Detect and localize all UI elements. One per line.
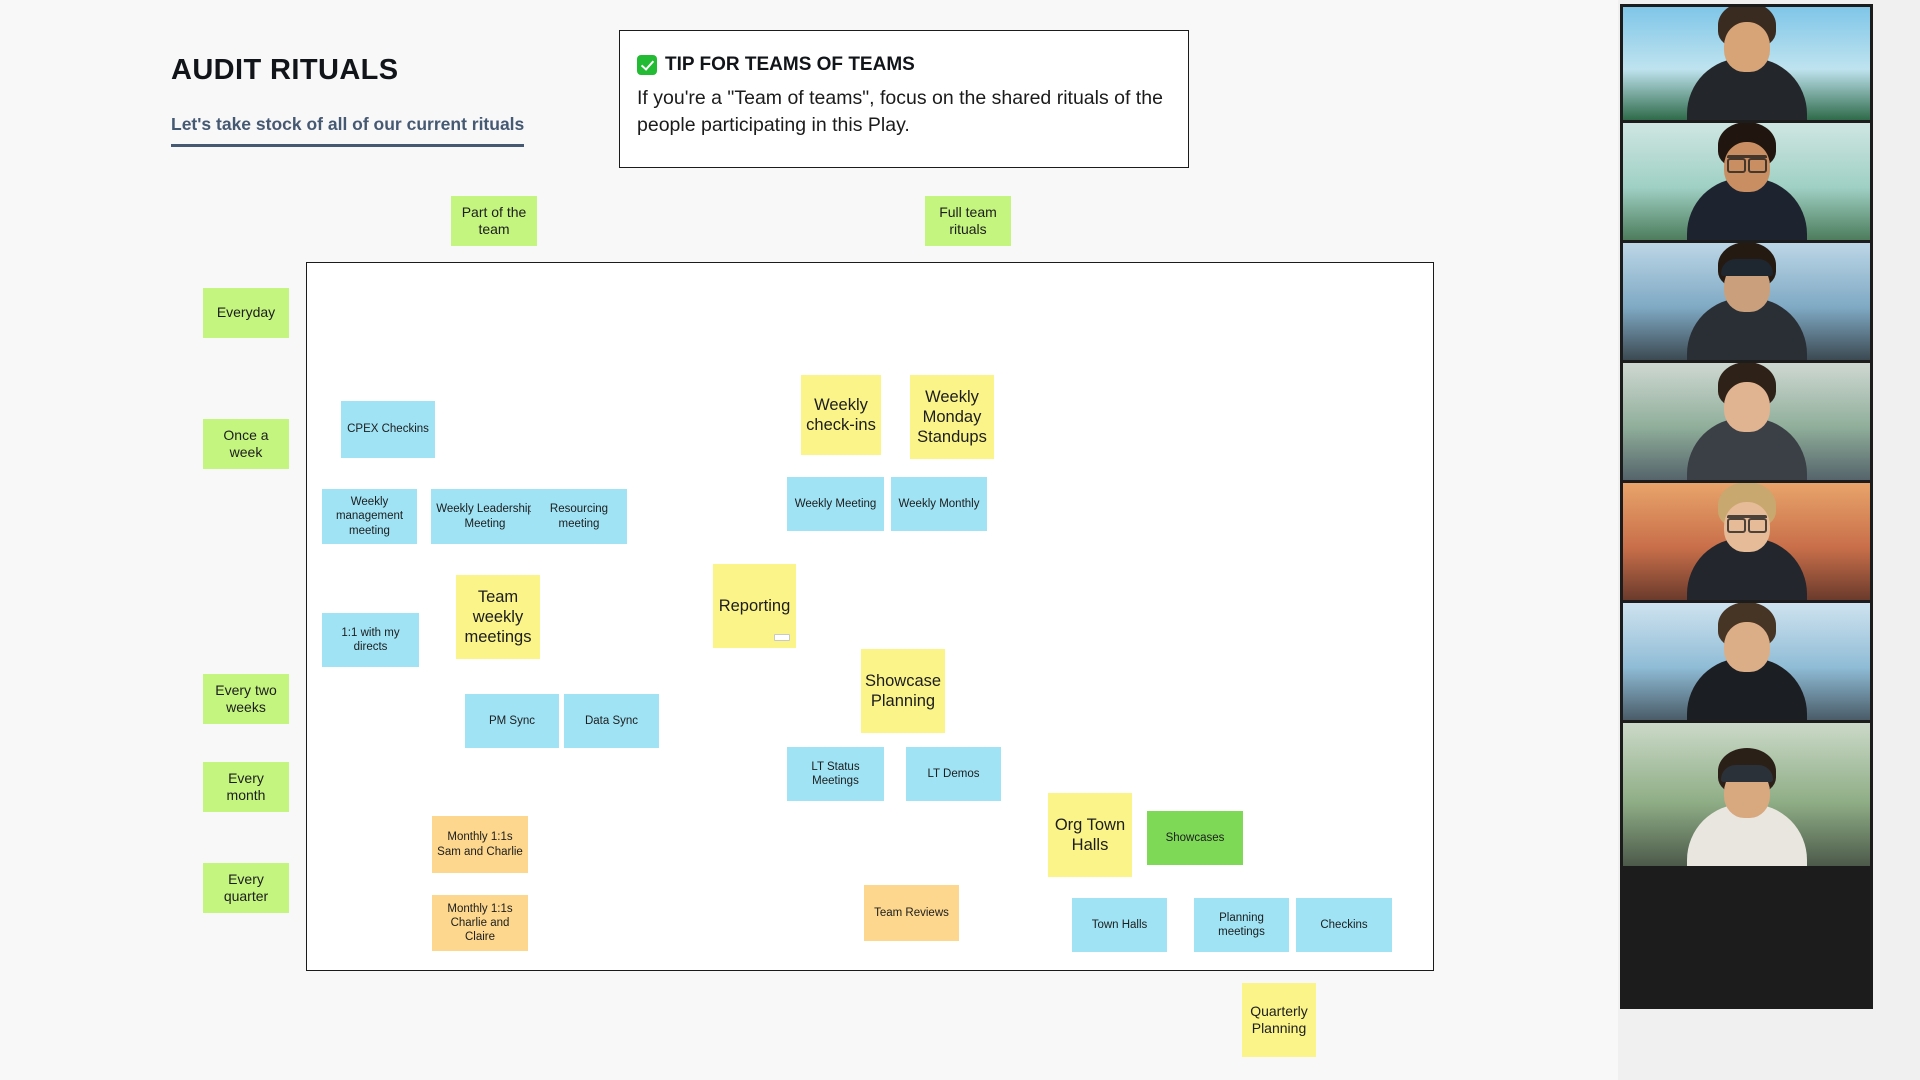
sticky-note-text: Resourcing meeting [549,503,609,530]
sticky-note-text: Weekly Monday Standups [917,387,987,447]
sticky-note[interactable]: Resourcing meeting [531,489,627,544]
sticky-note[interactable]: Team Reviews [864,885,959,941]
sticky-note-text: 1:1 with my directs [341,626,400,653]
sticky-note[interactable]: Weekly Meeting [787,477,884,531]
sticky-note[interactable]: Showcases [1147,811,1243,865]
page-subtitle: Let's take stock of all of our current r… [171,114,525,147]
sticky-note-text: Checkins [1320,918,1368,931]
sticky-note[interactable]: Data Sync [564,694,659,748]
video-participant-tile[interactable] [1623,7,1870,120]
video-tiles-container [1620,4,1873,1009]
participant-silhouette [1686,483,1807,600]
sticky-note[interactable]: Checkins [1296,898,1392,952]
sticky-note-text: Org Town Halls [1054,815,1126,854]
sticky-note[interactable]: Org Town Halls [1048,793,1132,877]
column-header-label: Part of the team [461,203,527,237]
row-label-every-month[interactable]: Every month [203,762,289,812]
sticky-note-text: Weekly Meeting [794,497,877,510]
sticky-note-resize-handle[interactable] [774,634,790,641]
sticky-note[interactable]: PM Sync [465,694,559,748]
meeting-whiteboard-screen: AUDIT RITUALS Let's take stock of all of… [0,0,1920,1080]
sticky-note-text: Team Reviews [874,906,949,919]
sticky-note-text: Weekly Monthly [898,497,980,510]
sticky-note-text: Monthly 1:1s Charlie and Claire [447,902,513,943]
participant-silhouette [1686,363,1807,480]
sticky-note[interactable]: Weekly check-ins [801,375,881,455]
sticky-note-text: Data Sync [584,714,639,727]
sticky-note-text: Monthly 1:1s Sam and Charlie [437,831,523,858]
participant-silhouette [1686,7,1807,120]
participant-silhouette [1686,123,1807,240]
sticky-note[interactable]: Planning meetings [1194,898,1289,952]
sticky-note-text: Planning meetings [1218,911,1265,938]
tip-body-text: If you're a "Team of teams", focus on th… [637,87,1163,136]
sticky-note[interactable]: Weekly management meeting [322,489,417,544]
sticky-note[interactable]: Weekly Monday Standups [910,375,994,459]
sticky-note-text: Weekly check-ins [806,395,876,434]
sticky-note-text: Quarterly Planning [1250,1002,1308,1036]
page-title: AUDIT RITUALS [171,54,399,86]
sticky-note-text: Town Halls [1091,918,1148,931]
sticky-note[interactable]: Showcase Planning [861,649,945,733]
sticky-note[interactable]: Reporting [713,564,796,648]
sticky-note-text: Showcases [1165,831,1225,844]
sticky-note-text: LT Demos [927,767,980,780]
participant-silhouette [1686,243,1807,360]
row-label-text: Every two weeks [215,681,277,715]
sticky-note-text: Weekly management meeting [335,496,404,537]
tip-heading: TIP FOR TEAMS OF TEAMS [637,54,1170,76]
whiteboard-canvas[interactable]: AUDIT RITUALS Let's take stock of all of… [0,0,1618,1080]
column-header-full-team-rituals[interactable]: Full team rituals [925,196,1011,246]
sticky-note-text: CPEX Checkins [347,423,429,436]
sticky-note[interactable]: Monthly 1:1s Sam and Charlie [432,816,528,873]
row-label-text: Every quarter [223,870,269,904]
row-label-every-two-weeks[interactable]: Every two weeks [203,674,289,724]
video-participant-tile[interactable] [1623,723,1870,866]
participant-silhouette [1686,748,1807,866]
sticky-note[interactable]: CPEX Checkins [341,401,435,458]
video-participant-tile[interactable] [1623,243,1870,360]
tip-heading-text: TIP FOR TEAMS OF TEAMS [665,54,915,75]
row-label-once-a-week[interactable]: Once a week [203,419,289,469]
sticky-note[interactable]: LT Status Meetings [787,747,884,801]
sticky-note[interactable]: 1:1 with my directs [322,613,419,667]
sticky-note[interactable]: Quarterly Planning [1242,983,1316,1057]
sticky-note-text: Showcase Planning [864,671,942,710]
row-label-every-quarter[interactable]: Every quarter [203,863,289,913]
video-participant-tile[interactable] [1623,123,1870,240]
video-participant-tile[interactable] [1623,603,1870,720]
sticky-note-text: PM Sync [488,714,535,727]
participant-silhouette [1686,603,1807,720]
sticky-note[interactable]: Weekly Leadership Meeting [431,489,539,544]
sticky-note-text: Reporting [718,596,791,615]
row-label-text: Once a week [223,426,269,460]
video-participant-rail [1618,0,1920,1080]
video-participant-tile[interactable] [1623,363,1870,480]
sticky-note-text: Weekly Leadership Meeting [436,503,534,530]
sticky-note-text: LT Status Meetings [811,760,860,787]
sticky-note[interactable]: LT Demos [906,747,1001,801]
column-header-part-of-team[interactable]: Part of the team [451,196,537,246]
sticky-note[interactable]: Team weekly meetings [456,575,540,659]
video-participant-tile[interactable] [1623,483,1870,600]
row-label-everyday[interactable]: Everyday [203,288,289,338]
row-label-text: Everyday [216,304,276,321]
white-check-mark-icon [637,55,657,75]
sticky-note[interactable]: Monthly 1:1s Charlie and Claire [432,895,528,951]
tip-callout[interactable]: TIP FOR TEAMS OF TEAMS If you're a "Team… [619,30,1189,168]
sticky-note[interactable]: Weekly Monthly [891,477,987,531]
sticky-note[interactable]: Town Halls [1072,898,1167,952]
row-label-text: Every month [226,769,266,803]
column-header-label: Full team rituals [939,203,997,237]
sticky-note-text: Team weekly meetings [464,587,532,647]
